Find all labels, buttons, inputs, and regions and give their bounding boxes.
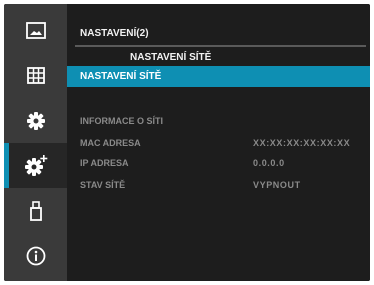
info-row-status: STAV SÍTĚ VYPNOUT — [67, 180, 370, 194]
gear-icon — [26, 111, 45, 130]
sidebar-item-usb[interactable] — [4, 188, 67, 233]
sidebar-item-settings-2[interactable] — [4, 143, 67, 188]
info-label: STAV SÍTĚ — [80, 180, 126, 190]
info-row-mac: MAC ADRESA XX:XX:XX:XX:XX:XX — [67, 138, 370, 152]
page-title: NASTAVENÍ(2) — [80, 28, 149, 39]
gear-plus-icon — [24, 154, 47, 176]
info-value: XX:XX:XX:XX:XX:XX — [253, 138, 351, 148]
info-value: VYPNOUT — [253, 180, 301, 190]
menu-item-label: NASTAVENÍ SÍTĚ — [80, 71, 162, 82]
sidebar-item-settings[interactable] — [4, 98, 67, 143]
usb-icon — [29, 200, 42, 221]
sidebar-item-info[interactable] — [4, 233, 67, 278]
sidebar — [4, 4, 67, 281]
image-icon — [25, 22, 46, 39]
osd-menu: NASTAVENÍ(2) NASTAVENÍ SÍTĚ NASTAVENÍ SÍ… — [4, 4, 370, 281]
main-panel: NASTAVENÍ(2) NASTAVENÍ SÍTĚ NASTAVENÍ SÍ… — [67, 4, 370, 281]
menu-item-network-settings[interactable]: NASTAVENÍ SÍTĚ — [67, 66, 370, 87]
title-divider — [75, 45, 366, 47]
info-label: IP ADRESA — [80, 158, 129, 168]
info-heading: INFORMACE O SÍTI — [80, 116, 163, 126]
sidebar-item-image[interactable] — [4, 8, 67, 53]
sidebar-item-grid[interactable] — [4, 53, 67, 98]
submenu-title: NASTAVENÍ SÍTĚ — [130, 52, 212, 63]
info-label: MAC ADRESA — [80, 138, 141, 148]
info-row-ip: IP ADRESA 0.0.0.0 — [67, 158, 370, 172]
info-value: 0.0.0.0 — [253, 158, 285, 168]
grid-icon — [26, 67, 45, 84]
info-icon — [26, 246, 45, 265]
